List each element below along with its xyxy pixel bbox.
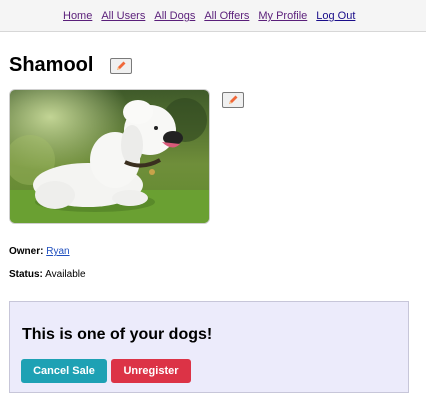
nav-my-profile-link[interactable]: My Profile [258, 10, 307, 22]
poodle-image [10, 90, 209, 223]
status-label: Status: [9, 269, 43, 280]
cancel-sale-button[interactable]: Cancel Sale [21, 359, 107, 383]
pencil-icon [117, 61, 126, 70]
owner-line: Owner: Ryan [9, 246, 70, 257]
nav-log-out-link[interactable]: Log Out [316, 10, 355, 22]
edit-photo-button[interactable] [222, 92, 244, 108]
status-line: Status: Available [9, 269, 86, 280]
status-value: Available [45, 269, 86, 280]
nav-links: Home All Users All Dogs All Offers My Pr… [63, 10, 364, 22]
nav-all-offers-link[interactable]: All Offers [204, 10, 249, 22]
pencil-icon [229, 95, 238, 104]
nav-all-dogs-link[interactable]: All Dogs [154, 10, 195, 22]
ownership-panel: This is one of your dogs! Cancel Sale Un… [9, 301, 409, 393]
owner-label: Owner: [9, 246, 44, 257]
dog-photo [9, 89, 210, 224]
owner-link[interactable]: Ryan [46, 246, 69, 257]
top-navbar: Home All Users All Dogs All Offers My Pr… [0, 0, 426, 32]
unregister-button[interactable]: Unregister [111, 359, 191, 383]
dog-name-heading: Shamool [9, 54, 94, 76]
nav-all-users-link[interactable]: All Users [101, 10, 145, 22]
edit-name-button[interactable] [110, 58, 132, 74]
nav-home-link[interactable]: Home [63, 10, 92, 22]
ownership-message: This is one of your dogs! [22, 326, 213, 343]
